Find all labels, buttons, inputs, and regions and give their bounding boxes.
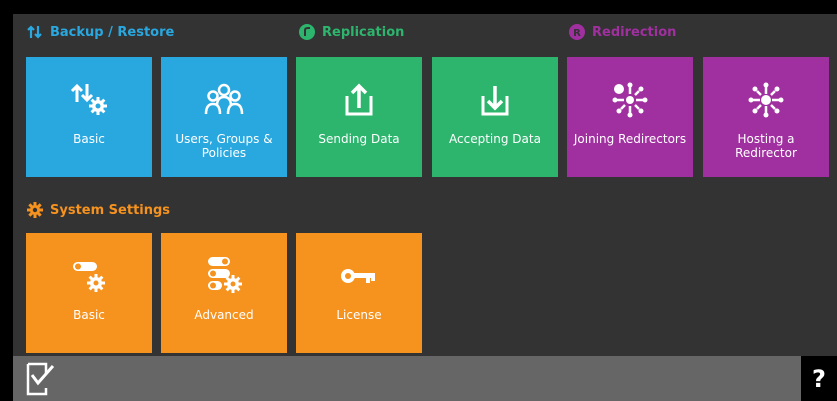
redirection-icon: R: [569, 24, 585, 40]
toggle-gear-icon: [26, 255, 152, 297]
tile-users-groups-policies[interactable]: Users, Groups & Policies: [161, 57, 287, 177]
tile-label: Users, Groups & Policies: [175, 132, 273, 160]
redirector-host-icon: [703, 79, 829, 121]
up-down-arrows-icon: [27, 24, 43, 40]
redirector-join-icon: [567, 79, 693, 121]
tile-sending-data[interactable]: Sending Data: [296, 57, 422, 177]
tile-joining-redirectors[interactable]: Joining Redirectors: [567, 57, 693, 177]
bottom-bar: ?: [13, 356, 837, 401]
tile-label: Accepting Data: [449, 132, 541, 146]
tile-label: Basic: [73, 132, 105, 146]
backup-restore-gear-icon: [26, 79, 152, 121]
tile-label: Joining Redirectors: [573, 132, 687, 146]
tile-license[interactable]: License: [296, 233, 422, 353]
tile-backup-basic[interactable]: Basic: [26, 57, 152, 177]
section-title-redirection: Redirection: [592, 24, 677, 40]
tile-system-basic[interactable]: Basic: [26, 233, 152, 353]
users-group-icon: [161, 79, 287, 121]
section-title-replication: Replication: [322, 24, 405, 40]
section-title-backup-restore: Backup / Restore: [50, 24, 175, 40]
tile-label: Advanced: [194, 308, 254, 322]
key-icon: [296, 255, 422, 297]
tile-label: Hosting a Redirector: [735, 132, 797, 160]
svg-text:R: R: [573, 28, 581, 39]
section-header-replication: Replication: [299, 22, 404, 42]
tile-hosting-redirector[interactable]: Hosting a Redirector: [703, 57, 829, 177]
gear-icon: [27, 202, 43, 218]
tile-system-advanced[interactable]: Advanced: [161, 233, 287, 353]
replication-icon: [299, 24, 315, 40]
download-tray-icon: [432, 79, 558, 121]
section-title-system-settings: System Settings: [50, 202, 171, 218]
tile-accepting-data[interactable]: Accepting Data: [432, 57, 558, 177]
upload-tray-icon: [296, 79, 422, 121]
section-header-system-settings: System Settings: [27, 200, 170, 220]
help-button[interactable]: ?: [801, 356, 837, 401]
tile-label: License: [336, 308, 382, 322]
toggles-gears-icon: [161, 255, 287, 297]
tile-label: Basic: [73, 308, 105, 322]
section-header-backup-restore: Backup / Restore: [27, 22, 174, 42]
section-header-redirection: R Redirection: [569, 22, 676, 42]
checklist-icon[interactable]: [25, 360, 55, 396]
settings-dashboard: Backup / Restore Replication R Redirecti…: [13, 14, 837, 401]
tile-label: Sending Data: [318, 132, 400, 146]
